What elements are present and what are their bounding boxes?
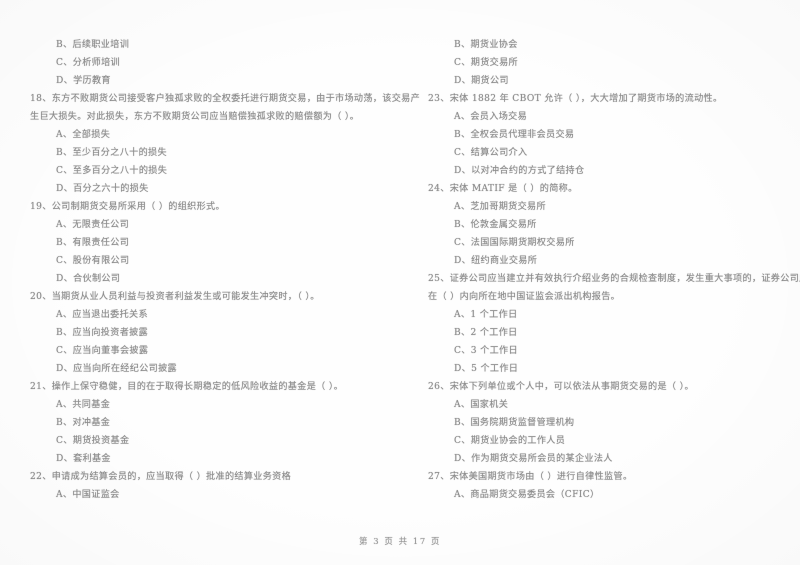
question-block: 19、公司制期货交易所采用（ ）的组织形式。 A、无限责任公司 B、有限责任公司 C、… [30, 198, 388, 288]
answer-option[interactable]: B、全权会员代理非会员交易 [428, 126, 790, 144]
answer-option[interactable]: C、期货交易所 [428, 54, 790, 72]
answer-option[interactable]: D、学历教育 [30, 72, 388, 90]
answer-option[interactable]: D、合伙制公司 [30, 270, 388, 288]
question-block: 21、操作上保守稳健，目的在于取得长期稳定的低风险收益的基金是（ ）。 A、共同基… [30, 378, 388, 468]
question-stem-continued: 在（ ）内向所在地中国证监会派出机构报告。 [428, 292, 621, 302]
question-block: 24、宋体 MATIF 是（ ）的简称。 A、芝加哥期货交易所 B、伦敦金属交易所 C… [428, 180, 790, 270]
answer-option[interactable]: C、结算公司介入 [428, 144, 790, 162]
options-continued-block: B、期货业协会 C、期货交易所 D、期货公司 [428, 36, 790, 90]
question-block: 23、宋体 1882 年 CBOT 允许（ ），大大增加了期货市场的流动性。 A、… [428, 90, 790, 180]
question-stem: 25、证券公司应当建立并有效执行介绍业务的合规检查制度，发生重大事项的，证券公司… [428, 274, 800, 284]
question-stem: 26、宋体下列单位或个人中，可以依法从事期货交易的是（ ）。 [428, 382, 694, 392]
question-block: 25、证券公司应当建立并有效执行介绍业务的合规检查制度，发生重大事项的，证券公司… [428, 270, 800, 378]
question-stem: 18、东方不败期货公司接受客户独孤求败的全权委托进行期货交易，由于市场动荡，该交… [30, 94, 421, 104]
answer-option[interactable]: B、后续职业培训 [30, 36, 388, 54]
question-block: 18、东方不败期货公司接受客户独孤求败的全权委托进行期货交易，由于市场动荡，该交… [30, 90, 421, 198]
page-footer: 第 3 页 共 17 页 [359, 536, 441, 546]
question-block: 26、宋体下列单位或个人中，可以依法从事期货交易的是（ ）。 A、国家机关 B、国务… [428, 378, 790, 468]
question-stem: 20、当期货从业人员利益与投资者利益发生或可能发生冲突时，（ ）。 [30, 292, 320, 302]
answer-option[interactable]: D、以对冲合约的方式了结持仓 [428, 162, 790, 180]
answer-option[interactable]: A、应当退出委托关系 [30, 306, 388, 324]
answer-option[interactable]: B、2 个工作日 [428, 324, 790, 342]
answer-option[interactable]: B、期货业协会 [428, 36, 790, 54]
right-column: B、期货业协会 C、期货交易所 D、期货公司 23、宋体 1882 年 CBOT 允许… [400, 36, 800, 516]
answer-option[interactable]: B、应当向投资者披露 [30, 324, 388, 342]
answer-option[interactable]: C、法国国际期货期权交易所 [428, 234, 790, 252]
answer-option[interactable]: D、应当向所在经纪公司披露 [30, 360, 388, 378]
answer-option[interactable]: A、芝加哥期货交易所 [428, 198, 790, 216]
question-stem: 23、宋体 1882 年 CBOT 允许（ ），大大增加了期货市场的流动性。 [428, 94, 723, 104]
question-stem: 21、操作上保守稳健，目的在于取得长期稳定的低风险收益的基金是（ ）。 [30, 382, 344, 392]
question-stem: 22、申请成为结算会员的，应当取得（ ）批准的结算业务资格 [30, 472, 292, 482]
answer-option[interactable]: C、分析师培训 [30, 54, 388, 72]
answer-option[interactable]: A、共同基金 [30, 396, 388, 414]
answer-option[interactable]: A、国家机关 [428, 396, 790, 414]
answer-option[interactable]: D、期货公司 [428, 72, 790, 90]
answer-option[interactable]: B、有限责任公司 [30, 234, 388, 252]
question-block: 20、当期货从业人员利益与投资者利益发生或可能发生冲突时，（ ）。 A、应当退出委… [30, 288, 388, 378]
question-block: 22、申请成为结算会员的，应当取得（ ）批准的结算业务资格 A、中国证监会 [30, 468, 388, 504]
answer-option[interactable]: C、期货业协会的工作人员 [428, 432, 790, 450]
answer-option[interactable]: B、国务院期货监督管理机构 [428, 414, 790, 432]
answer-option[interactable]: A、中国证监会 [30, 486, 388, 504]
page-columns: B、后续职业培训 C、分析师培训 D、学历教育 18、东方不败期货公司接受客户独孤求败… [0, 36, 800, 516]
answer-option[interactable]: C、至多百分之八十的损失 [30, 162, 388, 180]
answer-option[interactable]: D、作为期货交易所会员的某企业法人 [428, 450, 790, 468]
answer-option[interactable]: A、全部损失 [30, 126, 388, 144]
answer-option[interactable]: D、百分之六十的损失 [30, 180, 388, 198]
answer-option[interactable]: C、股份有限公司 [30, 252, 388, 270]
question-stem-continued: 生巨大损失。对此损失，东方不败期货公司应当赔偿独孤求败的赔偿额为（ ）。 [30, 112, 360, 122]
answer-option[interactable]: D、5 个工作日 [428, 360, 790, 378]
question-stem: 19、公司制期货交易所采用（ ）的组织形式。 [30, 202, 225, 212]
answer-option[interactable]: D、纽约商业交易所 [428, 252, 790, 270]
question-stem: 24、宋体 MATIF 是（ ）的简称。 [428, 184, 578, 194]
answer-option[interactable]: C、应当向董事会披露 [30, 342, 388, 360]
left-column: B、后续职业培训 C、分析师培训 D、学历教育 18、东方不败期货公司接受客户独孤求败… [0, 36, 421, 516]
question-block: 27、宋体美国期货市场由（ ）进行自律性监管。 A、商品期货交易委员会（CFIC） [428, 468, 790, 504]
answer-option[interactable]: D、套利基金 [30, 450, 388, 468]
answer-option[interactable]: A、商品期货交易委员会（CFIC） [428, 486, 790, 504]
answer-option[interactable]: A、无限责任公司 [30, 216, 388, 234]
question-stem: 27、宋体美国期货市场由（ ）进行自律性监管。 [428, 472, 633, 482]
answer-option[interactable]: B、伦敦金属交易所 [428, 216, 790, 234]
exam-page: B、后续职业培训 C、分析师培训 D、学历教育 18、东方不败期货公司接受客户独孤求败… [0, 0, 800, 565]
answer-option[interactable]: C、期货投资基金 [30, 432, 388, 450]
answer-option[interactable]: A、会员入场交易 [428, 108, 790, 126]
answer-option[interactable]: A、1 个工作日 [428, 306, 790, 324]
answer-option[interactable]: C、3 个工作日 [428, 342, 790, 360]
options-continued-block: B、后续职业培训 C、分析师培训 D、学历教育 [30, 36, 388, 90]
answer-option[interactable]: B、至少百分之八十的损失 [30, 144, 388, 162]
answer-option[interactable]: B、对冲基金 [30, 414, 388, 432]
